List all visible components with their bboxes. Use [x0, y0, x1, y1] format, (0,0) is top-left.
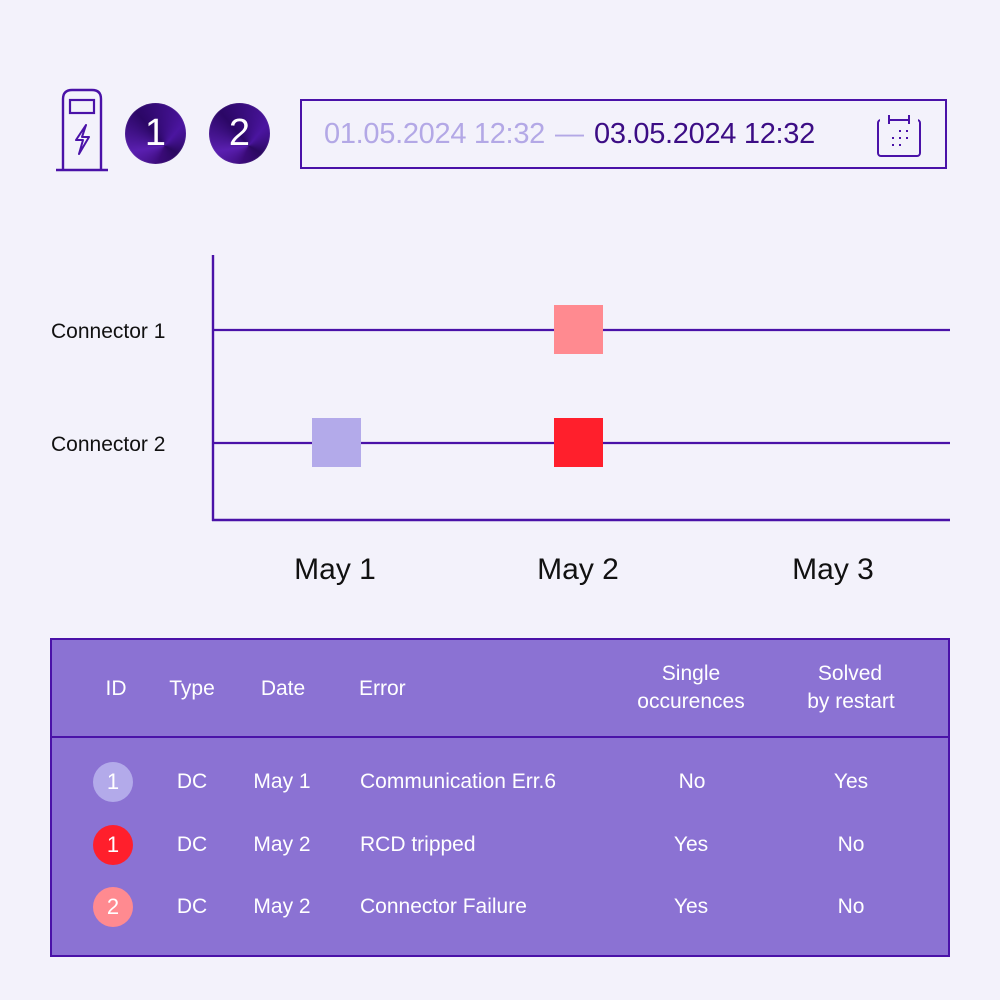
header-solved-line1: Solved: [817, 662, 883, 685]
row-error: Communication Err.6: [360, 770, 557, 793]
y-category-label: Connector 2: [51, 433, 165, 456]
error-timeline-chart: Connector 1 Connector 2 May 1 May 2 May 3: [51, 255, 950, 586]
header-single-line1: Single: [661, 662, 721, 685]
row-single: Yes: [673, 895, 709, 918]
connector-1-button[interactable]: 1: [125, 103, 186, 164]
date-from: 01.05.2024 12:32: [324, 117, 545, 150]
row-solved: No: [837, 833, 865, 856]
connector-1-label: 1: [144, 112, 167, 154]
row-type: DC: [176, 895, 208, 918]
y-category-label: Connector 1: [51, 320, 165, 343]
row-type: DC: [176, 770, 208, 793]
connector-2-button[interactable]: 2: [209, 103, 270, 164]
connector-2-label: 2: [228, 112, 251, 154]
row-type: DC: [176, 833, 208, 856]
row-error: RCD tripped: [360, 833, 476, 856]
row-date: May 2: [253, 895, 311, 918]
date-range-picker[interactable]: 01.05.2024 12:32 — 03.05.2024 12:32: [300, 99, 947, 169]
table-row[interactable]: 2 DC May 2 Connector Failure Yes No: [52, 877, 948, 939]
table-row[interactable]: 1 DC May 1 Communication Err.6 No Yes: [52, 752, 948, 814]
error-marker[interactable]: [554, 305, 603, 354]
header-error: Error: [359, 677, 406, 700]
row-solved: Yes: [833, 770, 869, 793]
error-marker[interactable]: [312, 418, 361, 467]
row-id-badge: 1: [93, 762, 133, 802]
row-single: No: [678, 770, 706, 793]
calendar-icon[interactable]: [875, 113, 923, 159]
row-id-badge: 2: [93, 887, 133, 927]
header-type: Type: [169, 677, 215, 700]
table-header: ID Type Date Error Single occurences Sol…: [52, 640, 948, 738]
row-date: May 2: [253, 833, 311, 856]
date-to: 03.05.2024 12:32: [593, 117, 815, 150]
date-separator: —: [554, 117, 584, 150]
header-solved-line2: by restart: [807, 690, 895, 713]
error-table: ID Type Date Error Single occurences Sol…: [50, 638, 950, 957]
row-solved: No: [837, 895, 865, 918]
row-id-badge: 1: [93, 825, 133, 865]
header-date: Date: [260, 677, 306, 700]
x-tick-label: May 2: [537, 553, 619, 586]
x-tick-label: May 1: [294, 553, 376, 586]
row-date: May 1: [253, 770, 311, 793]
header-id: ID: [105, 677, 127, 700]
header-single-line2: occurences: [637, 690, 745, 713]
ev-charging-station-icon: [56, 88, 108, 172]
row-error: Connector Failure: [360, 895, 527, 918]
x-tick-label: May 3: [792, 553, 874, 586]
row-single: Yes: [673, 833, 709, 856]
table-row[interactable]: 1 DC May 2 RCD tripped Yes No: [52, 815, 948, 877]
error-marker[interactable]: [554, 418, 603, 467]
